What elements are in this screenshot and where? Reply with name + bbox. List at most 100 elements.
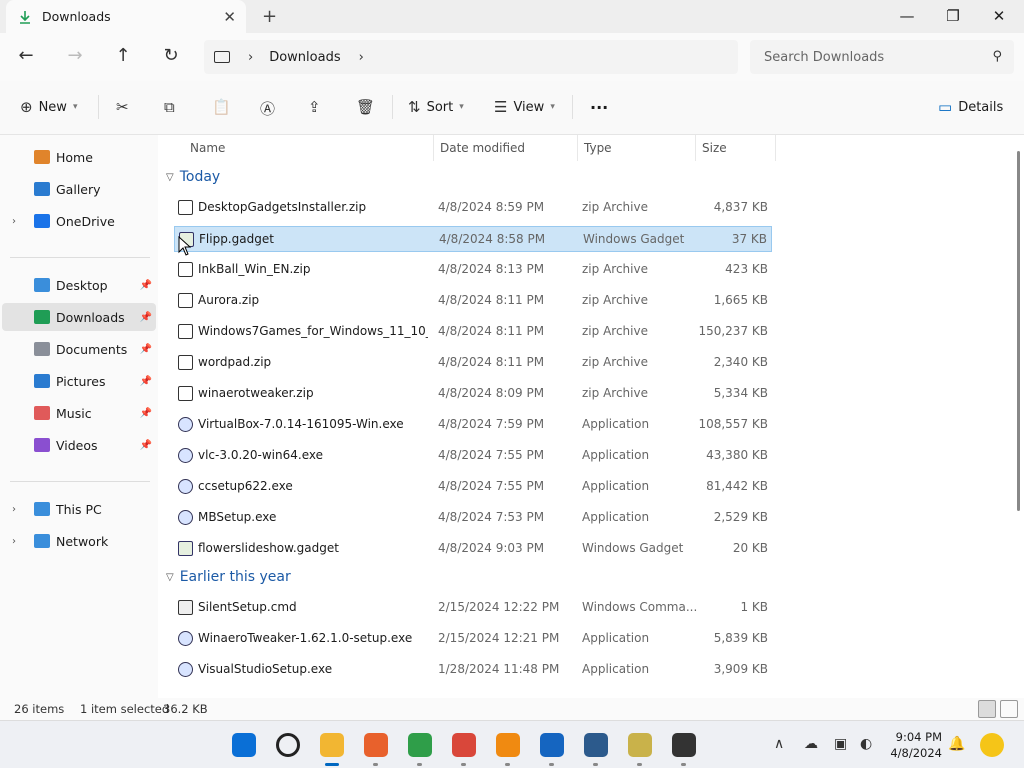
search-input[interactable]: Search Downloads ⚲ xyxy=(750,40,1014,74)
breadcrumb-downloads[interactable]: Downloads xyxy=(269,50,340,65)
copy-button[interactable]: ⧉ xyxy=(164,98,181,116)
address-bar-area: ← → ↑ ↻ › Downloads › Search Downloads ⚲ xyxy=(0,33,1024,81)
paste-button[interactable]: 📋 xyxy=(212,98,237,116)
chevron-right-icon[interactable]: › xyxy=(12,536,16,547)
selection-size: 36.2 KB xyxy=(163,702,208,716)
new-button[interactable]: ⊕ New ▾ xyxy=(20,98,77,116)
malwarebytes-taskbar-icon[interactable] xyxy=(540,733,564,757)
column-header-size[interactable]: Size xyxy=(696,135,776,161)
ccleaner-taskbar-icon[interactable] xyxy=(452,733,476,757)
sidebar-item-onedrive[interactable]: › OneDrive xyxy=(2,207,156,235)
sidebar-item-pictures[interactable]: Pictures 📌 xyxy=(2,367,156,395)
view-button[interactable]: ☰ View ▾ xyxy=(494,98,555,116)
tab-downloads[interactable]: Downloads ✕ xyxy=(6,0,246,33)
share-button[interactable]: ⇪ xyxy=(308,98,327,116)
computer-icon xyxy=(214,51,230,63)
monitor-icon[interactable]: ▣ xyxy=(834,736,847,752)
start-taskbar-icon[interactable] xyxy=(232,733,256,757)
file-explorer-taskbar-icon[interactable] xyxy=(320,733,344,757)
up-button[interactable]: ↑ xyxy=(111,45,135,66)
table-row[interactable]: InkBall_Win_EN.zip 4/8/2024 8:13 PM zip Ar… xyxy=(174,257,772,283)
table-row[interactable]: WinaeroTweaker-1.62.1.0-setup.exe 2/15/20… xyxy=(174,626,772,652)
notification-bell-icon[interactable]: 🔔 xyxy=(948,736,965,752)
chevron-down-icon[interactable]: ▽ xyxy=(166,172,174,183)
forward-button[interactable]: → xyxy=(63,45,87,66)
sidebar-item-music[interactable]: Music 📌 xyxy=(2,399,156,427)
file-size: 1 KB xyxy=(740,600,768,614)
search-taskbar-icon[interactable] xyxy=(276,733,300,757)
cut-button[interactable]: ✂ xyxy=(116,98,135,116)
vertical-scrollbar[interactable] xyxy=(1017,151,1020,511)
address-bar[interactable]: › Downloads › xyxy=(204,40,738,74)
column-header-name[interactable]: Name xyxy=(184,135,434,161)
system-clock[interactable]: 9:04 PM 4/8/2024 xyxy=(886,729,942,761)
sidebar-item-network[interactable]: › Network xyxy=(2,527,156,555)
file-size: 2,340 KB xyxy=(713,355,768,369)
column-header-type[interactable]: Type xyxy=(578,135,696,161)
firefox-taskbar-icon[interactable] xyxy=(364,733,388,757)
rename-button[interactable]: Ⓐ xyxy=(260,98,281,119)
chevron-down-icon[interactable]: ▽ xyxy=(166,572,174,583)
sidebar-item-downloads[interactable]: Downloads 📌 xyxy=(2,303,156,331)
sort-button[interactable]: ⇅ Sort ▾ xyxy=(408,98,464,116)
minimize-button[interactable]: — xyxy=(884,4,930,28)
table-row[interactable]: Aurora.zip 4/8/2024 8:11 PM zip Archive 1,6… xyxy=(174,288,772,314)
sidebar-item-home[interactable]: Home xyxy=(2,143,156,171)
chevron-right-icon[interactable]: › xyxy=(248,50,253,65)
running-indicator xyxy=(549,763,554,766)
more-options-button[interactable]: ··· xyxy=(590,98,608,117)
copilot-pre-icon[interactable] xyxy=(980,733,1004,757)
gadget-taskbar-icon[interactable] xyxy=(628,733,652,757)
sidebar-item-documents[interactable]: Documents 📌 xyxy=(2,335,156,363)
search-icon[interactable]: ⚲ xyxy=(992,49,1002,64)
vlc-taskbar-icon[interactable] xyxy=(496,733,520,757)
table-row[interactable]: winaerotweaker.zip 4/8/2024 8:09 PM zip Ar… xyxy=(174,381,772,407)
app-file-icon xyxy=(178,479,193,494)
onedrive-icon xyxy=(34,214,50,228)
running-indicator xyxy=(417,763,422,766)
delete-button[interactable]: 🗑 xyxy=(356,98,381,116)
tiles-view-button[interactable] xyxy=(1000,700,1018,718)
file-type: Application xyxy=(582,479,650,493)
table-row[interactable]: VisualStudioSetup.exe 1/28/2024 11:48 PM A… xyxy=(174,657,772,683)
table-row[interactable]: ccsetup622.exe 4/8/2024 7:55 PM Applicatio… xyxy=(174,474,772,500)
chrome-taskbar-icon[interactable] xyxy=(408,733,432,757)
table-row[interactable]: DesktopGadgetsInstaller.zip 4/8/2024 8:59… xyxy=(174,195,772,221)
sidebar-item-desktop[interactable]: Desktop 📌 xyxy=(2,271,156,299)
sidebar-item-videos[interactable]: Videos 📌 xyxy=(2,431,156,459)
table-row[interactable]: MBSetup.exe 4/8/2024 7:53 PM Application 2,… xyxy=(174,505,772,531)
tray-overflow-chevron-icon[interactable]: ∧ xyxy=(774,736,784,752)
chevron-right-icon[interactable]: › xyxy=(12,504,16,515)
table-row[interactable]: Windows7Games_for_Windows_11_10_8.... 4/8… xyxy=(174,319,772,345)
tab-close-icon[interactable]: ✕ xyxy=(223,8,236,26)
column-header-date[interactable]: Date modified xyxy=(434,135,578,161)
volume-icon[interactable]: ◐ xyxy=(860,736,872,752)
table-row[interactable]: VirtualBox-7.0.14-161095-Win.exe 4/8/2024… xyxy=(174,412,772,438)
cloud-icon[interactable]: ☁ xyxy=(804,736,818,752)
new-tab-button[interactable]: + xyxy=(262,6,277,27)
sidebar-item-label: Pictures xyxy=(56,373,106,389)
7zip-taskbar-icon[interactable] xyxy=(672,733,696,757)
table-row[interactable]: wordpad.zip 4/8/2024 8:11 PM zip Archive 2,… xyxy=(174,350,772,376)
details-view-button[interactable] xyxy=(978,700,996,718)
group-header[interactable]: ▽ Earlier this year xyxy=(166,569,291,585)
file-name: InkBall_Win_EN.zip xyxy=(198,262,311,276)
refresh-button[interactable]: ↻ xyxy=(159,45,183,66)
file-type: Windows Gadget xyxy=(583,232,685,246)
sidebar-item-this-pc[interactable]: › This PC xyxy=(2,495,156,523)
chevron-right-icon[interactable]: › xyxy=(359,50,364,65)
close-window-button[interactable]: ✕ xyxy=(976,4,1022,28)
pin-icon: 📌 xyxy=(139,279,152,291)
sidebar-item-gallery[interactable]: Gallery xyxy=(2,175,156,203)
table-row[interactable]: vlc-3.0.20-win64.exe 4/8/2024 7:55 PM Appl… xyxy=(174,443,772,469)
table-row[interactable]: Flipp.gadget 4/8/2024 8:58 PM Windows Gadg… xyxy=(174,226,772,252)
group-header[interactable]: ▽ Today xyxy=(166,169,220,185)
details-pane-button[interactable]: ▭ Details xyxy=(938,98,1003,116)
file-date: 4/8/2024 8:58 PM xyxy=(439,232,546,246)
virtualbox-taskbar-icon[interactable] xyxy=(584,733,608,757)
table-row[interactable]: SilentSetup.cmd 2/15/2024 12:22 PM Windows… xyxy=(174,595,772,621)
maximize-button[interactable]: ❐ xyxy=(930,4,976,28)
table-row[interactable]: flowerslideshow.gadget 4/8/2024 9:03 PM Wi… xyxy=(174,536,772,562)
back-button[interactable]: ← xyxy=(14,45,38,66)
chevron-right-icon[interactable]: › xyxy=(12,216,16,227)
